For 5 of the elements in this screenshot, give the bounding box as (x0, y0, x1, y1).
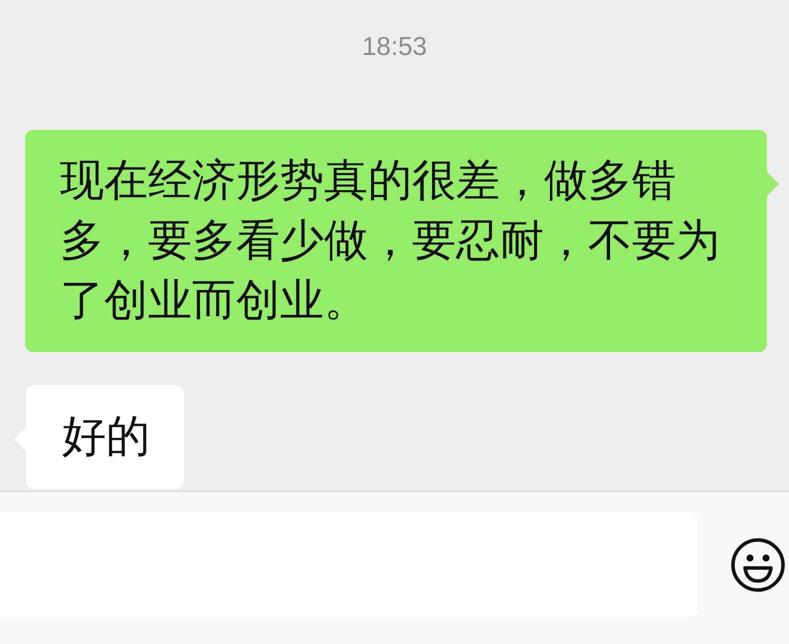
timestamp: 18:53 (362, 30, 428, 62)
bubble-tail (767, 172, 779, 196)
emoji-icon[interactable] (730, 537, 786, 593)
message-bubble: 好的 (26, 385, 184, 489)
message-bubble: 现在经济形势真的很差，做多错多，要多看少做，要忍耐，不要为了创业而创业。 (25, 130, 767, 352)
